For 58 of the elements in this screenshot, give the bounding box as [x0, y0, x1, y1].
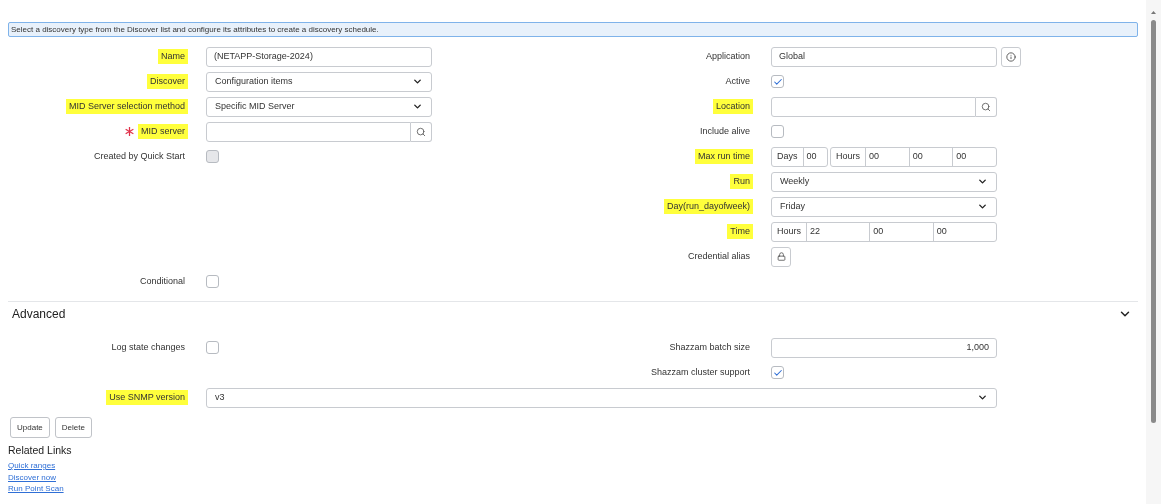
- readonly-field: Global: [771, 46, 997, 67]
- search-button[interactable]: [411, 121, 432, 142]
- lock-button[interactable]: [771, 246, 791, 267]
- search-icon: [981, 101, 991, 112]
- field-label: Conditional: [138, 274, 186, 288]
- section-title: Advanced: [12, 305, 66, 323]
- field-label: Time: [727, 223, 753, 240]
- info-banner: Select a discovery type from the Discover list and configure its attributes to create a discovery schedule.: [8, 22, 1138, 37]
- checkbox[interactable]: [206, 275, 219, 288]
- field-label: Max run time: [695, 148, 753, 165]
- field-label: Shazzam cluster support: [649, 365, 751, 379]
- field-label: MID server: [138, 123, 188, 140]
- field-label: Day(run_dayofweek): [663, 198, 753, 215]
- field-label: Active: [724, 74, 751, 88]
- field-label: Discover: [147, 73, 188, 90]
- field-label: Created by Quick Start: [92, 149, 186, 163]
- field-label: Location: [712, 98, 753, 115]
- reference-field[interactable]: [771, 96, 976, 117]
- related-link[interactable]: Run Point Scan: [8, 483, 64, 495]
- dropdown[interactable]: Weekly: [771, 171, 997, 192]
- reference-field[interactable]: [206, 121, 411, 142]
- dropdown[interactable]: Friday: [771, 196, 997, 217]
- search-icon: [416, 126, 426, 137]
- field-label: Credential alias: [686, 249, 751, 263]
- chevron-down-icon: [412, 101, 423, 112]
- dropdown[interactable]: Specific MID Server: [206, 96, 432, 117]
- related-link[interactable]: Quick ranges: [8, 460, 56, 472]
- field-label: Shazzam batch size: [668, 340, 751, 354]
- field-label: Log state changes: [110, 340, 186, 354]
- check-icon: [772, 76, 783, 87]
- field-label: MID Server selection method: [65, 98, 188, 115]
- lock-icon: [776, 252, 786, 261]
- field-label: Use SNMP version: [106, 389, 188, 406]
- dropdown[interactable]: Configuration items: [206, 71, 432, 92]
- field-label: Run: [730, 173, 753, 190]
- dropdown[interactable]: v3: [206, 387, 997, 408]
- info-icon: [1006, 51, 1016, 62]
- check-icon: [772, 367, 783, 378]
- checkbox[interactable]: [206, 341, 219, 354]
- form-button[interactable]: Update: [10, 417, 50, 438]
- number-field[interactable]: 1,000: [771, 337, 997, 358]
- search-button[interactable]: [976, 96, 997, 117]
- related-link[interactable]: Discover now: [8, 471, 56, 483]
- field-label: Include alive: [698, 124, 751, 138]
- checkbox[interactable]: [771, 75, 784, 88]
- checkbox[interactable]: [771, 125, 784, 138]
- section-title: Related Links: [8, 443, 73, 458]
- chevron-down-icon: [977, 176, 988, 187]
- chevron-down-icon: [412, 76, 423, 87]
- chevron-down-icon: [977, 392, 988, 403]
- field-label: Name: [158, 48, 188, 65]
- field-label: Application: [704, 49, 751, 63]
- chevron-down-icon: [977, 201, 988, 212]
- info-button[interactable]: [1001, 46, 1021, 67]
- form-button[interactable]: Delete: [54, 417, 92, 438]
- checkbox[interactable]: [771, 366, 784, 379]
- scrollbar[interactable]: [1146, 0, 1161, 504]
- text-field[interactable]: (NETAPP-Storage-2024): [206, 46, 432, 67]
